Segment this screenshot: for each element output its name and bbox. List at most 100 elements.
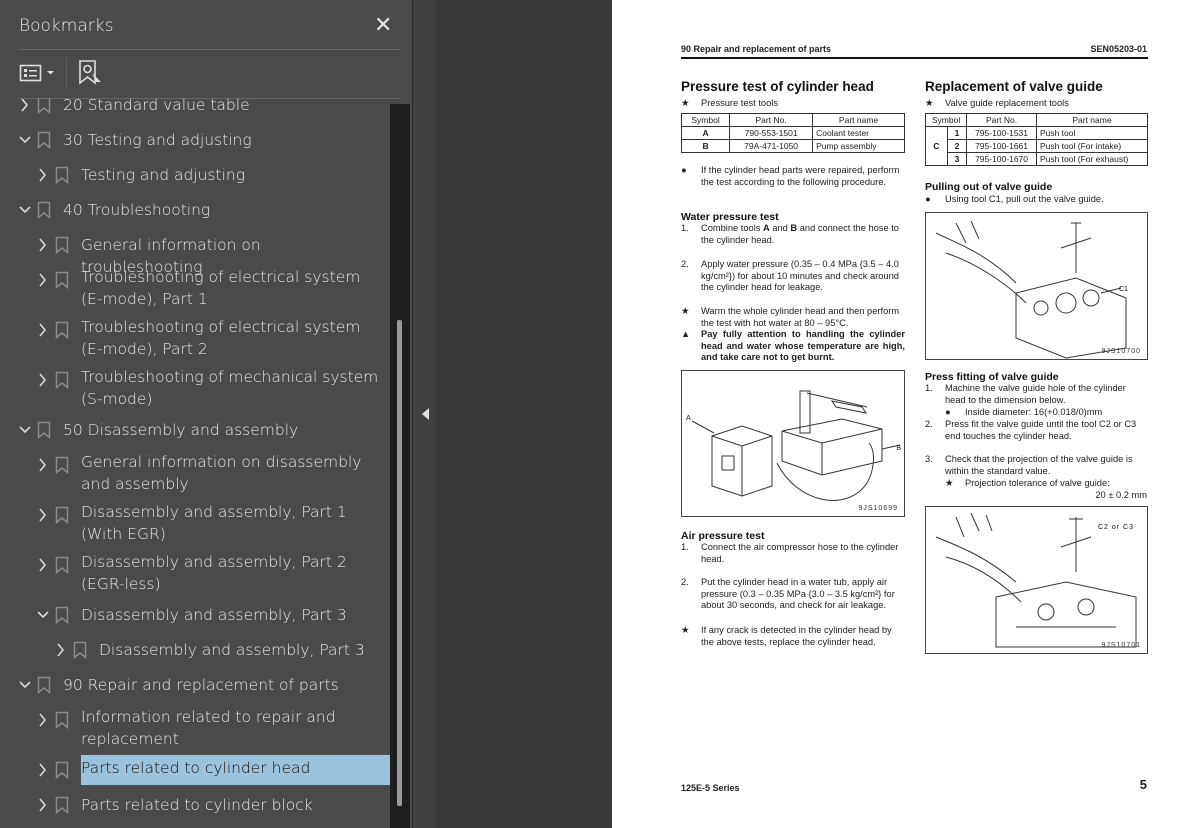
bookmark-icon <box>55 236 69 255</box>
bookmark-label: Troubleshooting of electrical system (E-… <box>81 318 361 358</box>
chevron-down-icon[interactable] <box>18 422 32 438</box>
bookmark-icon <box>55 271 69 290</box>
chevron-right-icon[interactable] <box>54 642 68 658</box>
tools-caption-right: ★ Valve guide replacement tools <box>925 98 1069 108</box>
bookmark-item[interactable]: Disassembly and assembly, Part 2 (EGR-le… <box>0 548 390 598</box>
bookmark-label: 40 Troubleshooting <box>63 201 211 219</box>
press-step-2: 2. Press fit the valve guide until the to… <box>925 419 1137 441</box>
pull-text: ● Using tool C1, pull out the valve guide… <box>925 194 1104 204</box>
find-bookmark-button[interactable] <box>78 59 104 92</box>
bookmark-icon <box>37 98 51 115</box>
chevron-right-icon[interactable] <box>36 272 50 288</box>
bookmark-icon <box>55 711 69 730</box>
air-star-note: ★ If any crack is detected in the cylinde… <box>681 625 892 647</box>
chevron-right-icon[interactable] <box>36 507 50 523</box>
chevron-right-icon[interactable] <box>36 797 50 813</box>
bookmark-item[interactable]: 20 Standard value table <box>0 98 390 123</box>
bookmark-label: Disassembly and assembly, Part 2 (EGR-le… <box>81 553 347 593</box>
chevron-down-icon[interactable] <box>18 132 32 148</box>
press-title: Press fitting of valve guide <box>925 371 1059 383</box>
bookmark-label: General information on disassembly and a… <box>81 453 362 493</box>
bookmark-item[interactable]: General information on troubleshooting <box>0 228 390 276</box>
chevron-down-icon[interactable] <box>18 677 32 693</box>
pdf-page: 90 Repair and replacement of parts SEN05… <box>612 0 1200 828</box>
bookmark-label: Disassembly and assembly, Part 3 <box>81 606 347 624</box>
bookmark-item[interactable]: Testing and adjusting <box>0 158 390 193</box>
bookmark-icon <box>55 556 69 575</box>
bookmark-label: Troubleshooting of mechanical system (S-… <box>81 368 379 408</box>
chevron-right-icon[interactable] <box>36 372 50 388</box>
bookmark-item[interactable]: 90 Repair and replacement of parts <box>0 668 390 703</box>
bookmark-item[interactable]: Troubleshooting of mechanical system (S-… <box>0 363 390 413</box>
bookmark-icon <box>55 371 69 390</box>
collapse-panel-button[interactable] <box>412 0 436 828</box>
toolbar-separator <box>66 58 67 88</box>
chevron-down-icon[interactable] <box>18 202 32 218</box>
water-step-1: 1. Combine tools A and B and connect the … <box>681 223 899 245</box>
list-options-button[interactable] <box>19 62 57 91</box>
bookmark-icon <box>37 201 51 220</box>
air-step-2: 2. Put the cylinder head in a water tub, … <box>681 577 895 611</box>
chevron-right-icon[interactable] <box>18 98 32 113</box>
bookmark-icon <box>55 321 69 340</box>
warning-note: ▲ Pay fully attention to handling the cyl… <box>681 329 905 363</box>
tools-caption: ★ Pressure test tools <box>681 98 778 108</box>
bookmark-item[interactable]: Troubleshooting of electrical system (E-… <box>0 263 390 313</box>
chevron-right-icon[interactable] <box>36 557 50 573</box>
pressure-test-illustration <box>691 390 901 501</box>
figure-label-c2-c3: C2 or C3 <box>1098 524 1135 531</box>
bookmark-label: Parts related to cylinder block <box>81 796 313 814</box>
bookmark-label: Information related to repair and replac… <box>81 708 336 748</box>
air-test-title: Air pressure test <box>681 530 765 542</box>
bookmark-item[interactable]: Troubleshooting of electrical system (E-… <box>0 313 390 363</box>
bookmark-item[interactable]: 40 Troubleshooting <box>0 193 390 228</box>
pressure-tools-table: Symbol Part No. Part name A 790-553-1501 Coo… <box>680 113 905 153</box>
bookmark-icon <box>73 641 87 660</box>
chevron-right-icon[interactable] <box>36 712 50 728</box>
bookmark-icon <box>55 166 69 185</box>
figure-press-fit: C2 or C3 9JS10701 <box>925 506 1148 654</box>
list-options-icon <box>19 64 54 82</box>
chevron-right-icon[interactable] <box>36 167 50 183</box>
press-step-3: 3. Check that the projection of the valve… <box>925 454 1133 476</box>
find-bookmark-icon <box>79 60 101 85</box>
panel-title: Bookmarks <box>19 16 114 36</box>
close-icon[interactable]: ✕ <box>374 12 392 38</box>
water-star-note: ★ Warm the whole cylinder head and then p… <box>681 306 900 328</box>
bookmark-icon <box>55 506 69 525</box>
bookmark-label: Parts related to cylinder head <box>80 754 390 786</box>
figure-label-b: B <box>896 445 901 452</box>
chevron-down-icon[interactable] <box>36 607 50 623</box>
figure-pull-out: C1 9JS10700 <box>925 212 1148 360</box>
bookmark-icon <box>55 606 69 625</box>
press-value: 20 ± 0.2 mm <box>1095 490 1147 500</box>
bookmark-label: 50 Disassembly and assembly <box>63 421 299 439</box>
press-star: ★ Projection tolerance of valve guide: <box>945 478 1110 488</box>
water-test-title: Water pressure test <box>681 211 779 223</box>
bookmark-item[interactable]: Parts related to cylinder head <box>0 753 390 788</box>
chevron-right-icon[interactable] <box>36 322 50 338</box>
bookmark-item[interactable]: Disassembly and assembly, Part 1 (With E… <box>0 498 390 548</box>
bookmark-item[interactable]: Disassembly and assembly, Part 3 <box>0 598 390 633</box>
bookmark-label: Troubleshooting of electrical system (E-… <box>81 268 361 308</box>
figure-code: 9JS10700 <box>1101 348 1141 355</box>
bookmark-item[interactable]: 50 Disassembly and assembly <box>0 413 390 448</box>
bookmark-item[interactable]: Disassembly and assembly, Part 3 <box>0 633 390 668</box>
bookmark-item[interactable]: 30 Testing and adjusting <box>0 123 390 158</box>
valve-tools-table: Symbol Part No. Part name C 1 795-100-1531 Pu… <box>924 113 1149 166</box>
bookmark-item[interactable]: Parts related to cylinder block <box>0 788 390 823</box>
figure-code: 9JS10699 <box>858 505 898 512</box>
chevron-right-icon[interactable] <box>36 237 50 253</box>
bookmark-icon <box>37 676 51 695</box>
valve-pull-illustration <box>935 220 1127 359</box>
bookmark-icon <box>37 421 51 440</box>
bookmark-item[interactable]: General information on disassembly and a… <box>0 448 390 498</box>
scrollbar[interactable] <box>390 104 410 828</box>
bookmark-tree: 20 Standard value table 30 Testing and ad… <box>0 98 390 828</box>
press-step-1-bullet: ● Inside diameter: 16(+0.018/0)mm <box>945 407 1103 417</box>
scrollbar-thumb[interactable] <box>397 320 402 806</box>
bookmark-item[interactable]: Information related to repair and replac… <box>0 703 390 753</box>
figure-pressure-test: A B 9JS10699 <box>681 370 905 517</box>
chevron-right-icon[interactable] <box>36 762 50 778</box>
chevron-right-icon[interactable] <box>36 457 50 473</box>
